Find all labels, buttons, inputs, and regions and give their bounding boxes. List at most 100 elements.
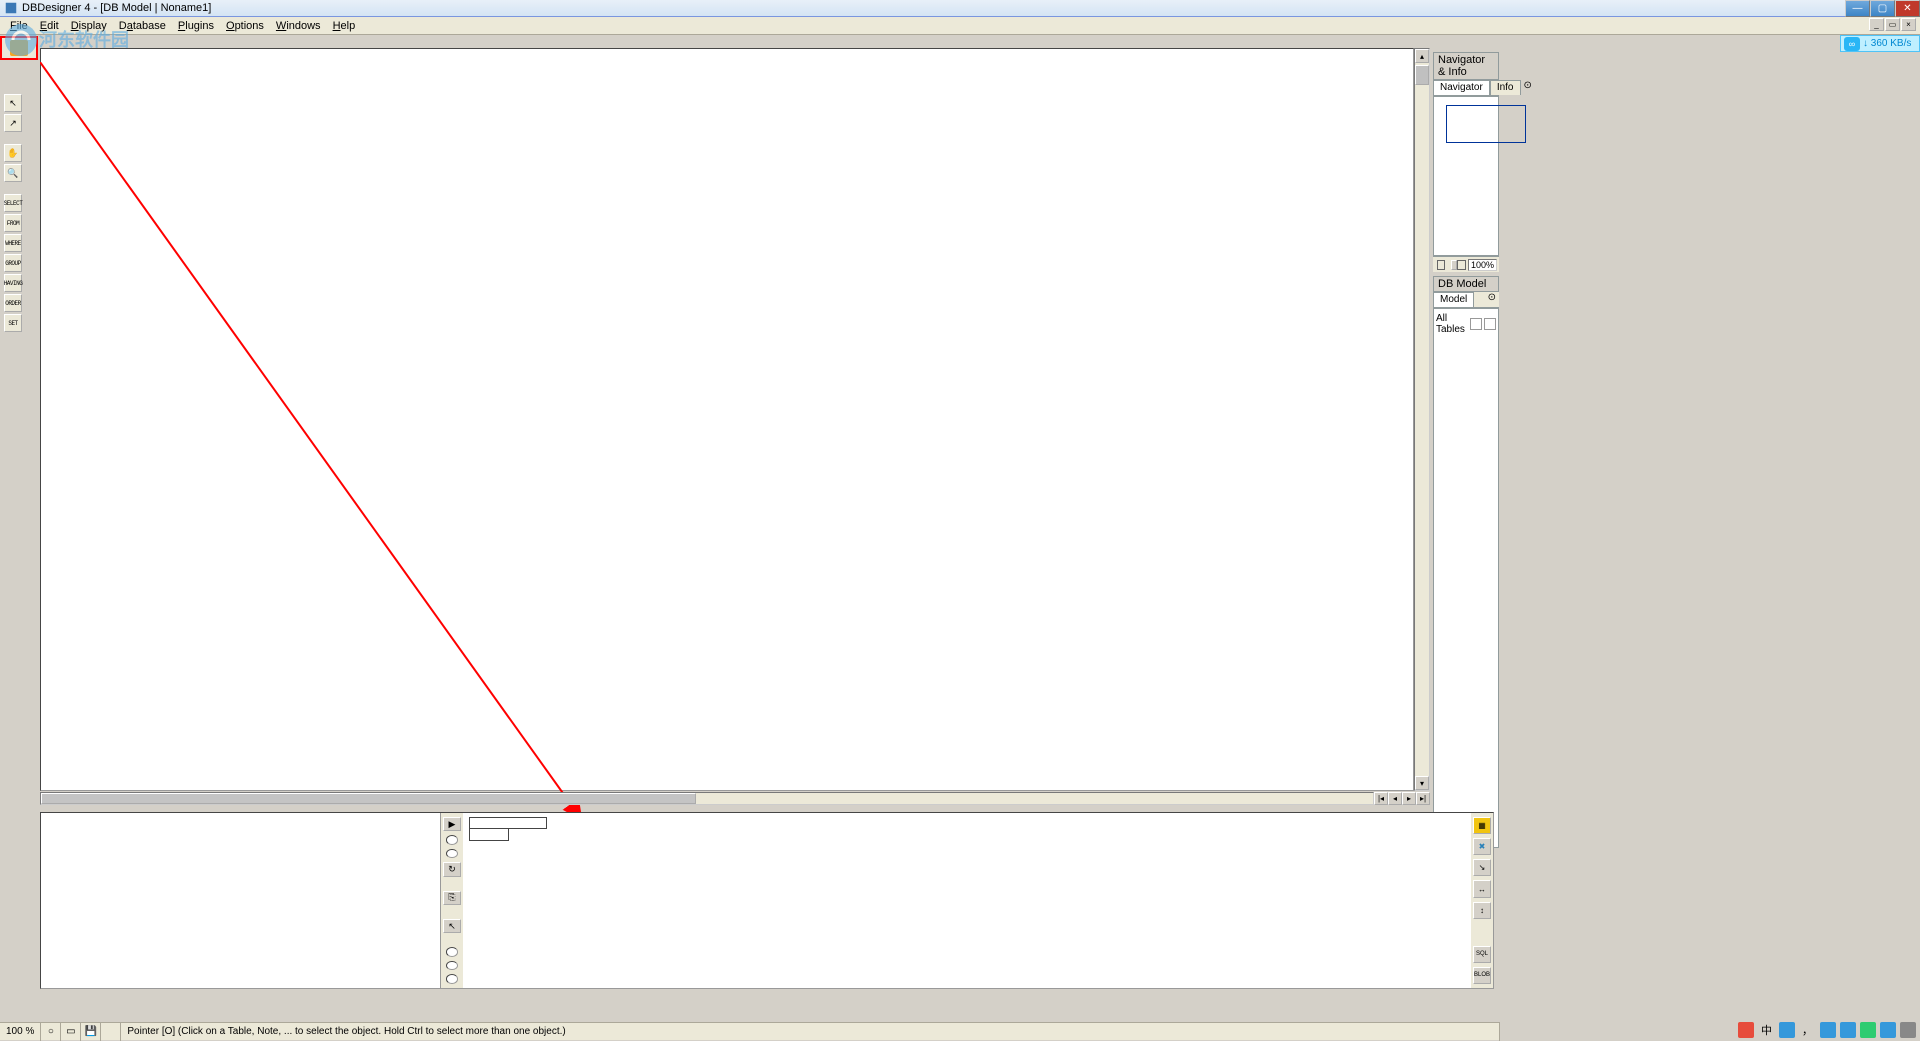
menu-options[interactable]: Options bbox=[220, 20, 270, 32]
menu-file[interactable]: File bbox=[4, 20, 34, 32]
query-result-area[interactable] bbox=[41, 813, 441, 988]
scroll-thumb-h[interactable] bbox=[41, 793, 696, 804]
mdi-minimize-button[interactable]: _ bbox=[1869, 18, 1884, 31]
link-arrow-button[interactable]: ↘ bbox=[1473, 859, 1491, 876]
sql-where-button[interactable]: WHERE bbox=[4, 234, 22, 252]
sql-from-button[interactable]: FROM bbox=[4, 214, 22, 232]
sql-set-button[interactable]: SET bbox=[4, 314, 22, 332]
query-design-canvas[interactable] bbox=[463, 813, 1471, 988]
system-tray: 中 ， bbox=[1738, 1022, 1916, 1038]
maximize-button[interactable]: ▢ bbox=[1870, 0, 1895, 17]
keyboard-icon bbox=[10, 40, 28, 56]
navigator-header-label: Navigator & Info bbox=[1438, 54, 1494, 78]
model-tree[interactable]: All Tables bbox=[1433, 308, 1499, 848]
link-down-button[interactable]: ↕ bbox=[1473, 902, 1491, 919]
zoom-tool[interactable]: 🔍 bbox=[4, 164, 22, 182]
panel-expand-icon[interactable]: ⊙ bbox=[1521, 80, 1535, 95]
nav-prev-button[interactable]: ◂ bbox=[1388, 792, 1402, 805]
sql-order-button[interactable]: ORDER bbox=[4, 294, 22, 312]
scroll-thumb-v[interactable] bbox=[1415, 65, 1429, 85]
menu-plugins[interactable]: Plugins bbox=[172, 20, 220, 32]
tray-moon-icon[interactable] bbox=[1779, 1022, 1795, 1038]
query-tool-column-left: ▶ ↻ ⎘ ↖ bbox=[441, 813, 463, 988]
query-tool-column-right: ▦ ✖ ↘ ↔ ↕ SQL BLOB bbox=[1471, 813, 1493, 988]
tray-keyboard-icon[interactable] bbox=[1840, 1022, 1856, 1038]
menu-database[interactable]: Database bbox=[113, 20, 172, 32]
model-alltables-row[interactable]: All Tables bbox=[1436, 311, 1496, 337]
mdi-restore-button[interactable]: ▭ bbox=[1885, 18, 1900, 31]
query-radio-3[interactable] bbox=[446, 947, 458, 957]
refresh-query-button[interactable]: ↻ bbox=[443, 862, 461, 876]
tab-info[interactable]: Info bbox=[1490, 80, 1521, 95]
minimize-button[interactable]: — bbox=[1845, 0, 1870, 17]
nav-first-button[interactable]: |◂ bbox=[1374, 792, 1388, 805]
navigator-viewport[interactable] bbox=[1446, 105, 1526, 143]
alltables-label: All Tables bbox=[1436, 313, 1470, 335]
close-button[interactable]: ✕ bbox=[1895, 0, 1920, 17]
tab-model[interactable]: Model bbox=[1433, 292, 1474, 307]
canvas-vertical-scrollbar[interactable]: ▴ ▾ bbox=[1414, 48, 1430, 791]
query-radio-2[interactable] bbox=[446, 849, 458, 859]
table-add-icon[interactable] bbox=[1470, 318, 1482, 330]
execute-query-button[interactable]: ▶ bbox=[443, 817, 461, 831]
zoom-handle[interactable] bbox=[1451, 260, 1457, 270]
query-radio-4[interactable] bbox=[446, 961, 458, 971]
nav-next-button[interactable]: ▸ bbox=[1402, 792, 1416, 805]
scroll-down-button[interactable]: ▾ bbox=[1415, 776, 1429, 790]
tray-shirt-icon[interactable] bbox=[1880, 1022, 1896, 1038]
status-save-icon[interactable]: 💾 bbox=[81, 1023, 101, 1041]
zoom-out-icon[interactable] bbox=[1437, 260, 1445, 270]
link-cross-button[interactable]: ↔ bbox=[1473, 880, 1491, 897]
blob-view-button[interactable]: BLOB bbox=[1473, 967, 1491, 984]
tray-ime-icon[interactable] bbox=[1738, 1022, 1754, 1038]
hscroll-track[interactable] bbox=[40, 792, 1374, 805]
statusbar: 100 % ○ ▭ 💾 Pointer [O] (Click on a Tabl… bbox=[0, 1022, 1500, 1040]
mdi-close-button[interactable]: × bbox=[1901, 18, 1916, 31]
query-panel: ▶ ↻ ⎘ ↖ ▦ ✖ ↘ ↔ ↕ SQL BLOB bbox=[40, 812, 1494, 989]
query-table-placeholder[interactable] bbox=[469, 817, 547, 841]
zoom-in-icon[interactable] bbox=[1457, 260, 1465, 270]
hand-tool[interactable]: ✋ bbox=[4, 144, 22, 162]
navigator-panel-header[interactable]: Navigator & Info bbox=[1433, 52, 1499, 80]
pointer-tool[interactable]: ↖ bbox=[4, 94, 22, 112]
navigator-zoom-bar: 100% bbox=[1433, 256, 1499, 272]
dbmodel-panel-header[interactable]: DB Model bbox=[1433, 276, 1499, 292]
status-icon-1[interactable]: ○ bbox=[41, 1023, 61, 1041]
scroll-up-button[interactable]: ▴ bbox=[1415, 49, 1429, 63]
canvas-horizontal-scrollbar[interactable]: |◂ ◂ ▸ ▸| bbox=[40, 792, 1430, 805]
tray-globe-icon[interactable] bbox=[1860, 1022, 1876, 1038]
highlighted-toolbar-button[interactable] bbox=[0, 36, 38, 60]
menu-help[interactable]: Help bbox=[327, 20, 362, 32]
move-tool[interactable]: ↗ bbox=[4, 114, 22, 132]
dbmodel-header-label: DB Model bbox=[1438, 278, 1486, 290]
cloud-icon: ∞ bbox=[1844, 37, 1860, 51]
tab-navigator[interactable]: Navigator bbox=[1433, 80, 1490, 95]
sql-view-button[interactable]: SQL bbox=[1473, 946, 1491, 963]
window-title: DBDesigner 4 - [DB Model | Noname1] bbox=[22, 2, 211, 14]
network-speed-indicator[interactable]: ∞ ↓ 360 KB/s bbox=[1840, 35, 1920, 52]
link-tables-button[interactable]: ✖ bbox=[1473, 838, 1491, 855]
query-radio-5[interactable] bbox=[446, 974, 458, 984]
add-table-button[interactable]: ▦ bbox=[1473, 817, 1491, 834]
sql-having-button[interactable]: HAVING bbox=[4, 274, 22, 292]
model-expand-icon[interactable]: ⊙ bbox=[1485, 292, 1499, 307]
navigator-preview[interactable] bbox=[1433, 96, 1499, 256]
tray-mic-icon[interactable] bbox=[1820, 1022, 1836, 1038]
status-zoom: 100 % bbox=[0, 1023, 41, 1041]
table-refresh-icon[interactable] bbox=[1484, 318, 1496, 330]
model-canvas[interactable] bbox=[40, 48, 1414, 791]
sql-group-button[interactable]: GROUP bbox=[4, 254, 22, 272]
copy-query-button[interactable]: ⎘ bbox=[443, 891, 461, 905]
zoom-percent: 100% bbox=[1468, 259, 1497, 271]
menu-windows[interactable]: Windows bbox=[270, 20, 327, 32]
menu-display[interactable]: Display bbox=[65, 20, 113, 32]
menu-edit[interactable]: Edit bbox=[34, 20, 65, 32]
sql-select-button[interactable]: SELECT bbox=[4, 194, 22, 212]
query-pointer-button[interactable]: ↖ bbox=[443, 919, 461, 933]
query-radio-1[interactable] bbox=[446, 835, 458, 845]
tray-comma-icon: ， bbox=[1799, 1022, 1816, 1038]
status-icon-2[interactable]: ▭ bbox=[61, 1023, 81, 1041]
tray-wrench-icon[interactable] bbox=[1900, 1022, 1916, 1038]
tray-ime-text[interactable]: 中 bbox=[1758, 1022, 1775, 1038]
nav-last-button[interactable]: ▸| bbox=[1416, 792, 1430, 805]
